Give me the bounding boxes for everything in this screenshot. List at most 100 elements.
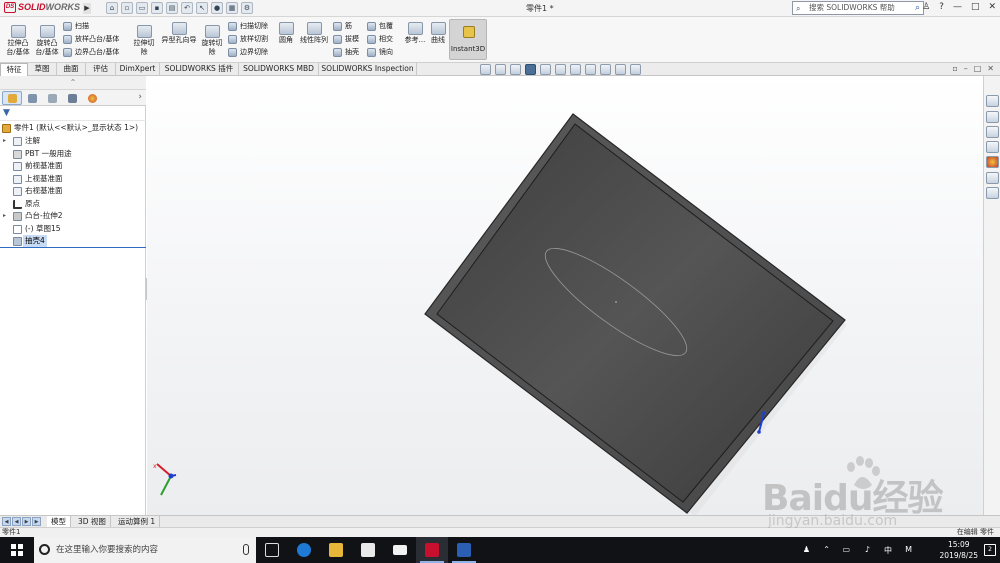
tab-evaluate[interactable]: 评估 [86, 63, 116, 76]
tree-item-top-plane[interactable]: 上视基准面 [0, 173, 146, 186]
store-button[interactable] [352, 537, 384, 563]
edge-browser-button[interactable] [288, 537, 320, 563]
rollback-bar[interactable] [0, 247, 146, 248]
system-clock[interactable]: 15:09 2019/8/25 [940, 539, 978, 561]
extrude-boss-button[interactable]: 拉伸凸 台/基体 [4, 25, 32, 57]
network-icon[interactable]: ▭ [842, 545, 850, 554]
notification-center-icon[interactable]: 2 [984, 544, 996, 556]
taskbar-search-box[interactable]: 在这里输入你要搜索的内容 [34, 537, 256, 563]
options-gear-icon[interactable]: ⚙ [241, 2, 253, 14]
wrap-button[interactable]: 包覆 [367, 21, 393, 32]
custom-properties-icon[interactable] [986, 172, 999, 184]
help-search-input[interactable]: ⌕ 搜索 SOLIDWORKS 帮助 ⌕ [792, 1, 924, 15]
boundary-boss-button[interactable]: 边界凸台/基体 [63, 47, 119, 58]
swept-cut-button[interactable]: 扫描切除 [228, 21, 268, 32]
revolve-cut-button[interactable]: 旋转切 除 [199, 25, 225, 57]
tab-feature-manager[interactable] [2, 91, 22, 105]
apply-scene-icon[interactable] [615, 64, 626, 75]
file-explorer-button[interactable] [320, 537, 352, 563]
revolve-boss-button[interactable]: 旋转凸 台/基体 [33, 25, 61, 57]
tree-item-origin[interactable]: 原点 [0, 198, 146, 211]
view-palette-icon[interactable] [986, 141, 999, 153]
view-orientation-icon[interactable] [555, 64, 566, 75]
volume-icon[interactable]: ♪ [865, 545, 870, 554]
tab-dimxpert-manager[interactable] [62, 91, 82, 105]
mirror-button[interactable]: 镜向 [367, 47, 393, 58]
maximize-viewport-icon[interactable]: □ [974, 64, 982, 73]
open-folder-icon[interactable]: ▭ [136, 2, 148, 14]
linear-pattern-button[interactable]: 线性阵列 [299, 22, 329, 45]
ime-mode[interactable]: M [905, 545, 912, 554]
next-tab-arrow-icon[interactable]: ▶ [22, 517, 31, 526]
zoom-to-area-icon[interactable] [495, 64, 506, 75]
hole-wizard-button[interactable]: 异型孔向导 [160, 22, 198, 45]
draft-button[interactable]: 拔模 [333, 34, 359, 45]
design-library-icon[interactable] [986, 111, 999, 123]
intersect-button[interactable]: 相交 [367, 34, 393, 45]
tree-item-boss-extrude[interactable]: ▸ 凸台-拉伸2 [0, 210, 146, 223]
last-tab-arrow-icon[interactable]: ▶ [32, 517, 41, 526]
more-tabs-arrow[interactable]: › [138, 92, 142, 102]
mail-button[interactable] [384, 537, 416, 563]
instant3d-button[interactable]: Instant3D [449, 19, 487, 60]
tab-surfaces[interactable]: 曲面 [57, 63, 86, 76]
maximize-button[interactable]: □ [971, 2, 980, 12]
tree-item-material[interactable]: PBT 一般用途 [0, 148, 146, 161]
start-button[interactable] [0, 537, 34, 563]
tree-item-sketch[interactable]: (-) 草图15 [0, 223, 146, 236]
select-cursor-icon[interactable]: ↖ [196, 2, 208, 14]
reference-geometry-button[interactable]: 参考... [403, 22, 427, 45]
minimize-button[interactable]: — [953, 2, 962, 12]
shell-button[interactable]: 抽壳 [333, 47, 359, 58]
print-icon[interactable]: ▤ [166, 2, 178, 14]
graphics-area[interactable]: x [147, 76, 983, 515]
edit-appearance-icon[interactable] [600, 64, 611, 75]
extrude-cut-button[interactable]: 拉伸切 除 [130, 25, 158, 57]
tab-display-manager[interactable] [82, 91, 102, 105]
user-icon[interactable]: ♙ [922, 2, 930, 12]
zoom-to-fit-icon[interactable] [480, 64, 491, 75]
tree-item-right-plane[interactable]: 右视基准面 [0, 185, 146, 198]
tab-solidworks-addins[interactable]: SOLIDWORKS 插件 [160, 63, 239, 76]
ime-language[interactable]: 中 [884, 545, 892, 556]
loft-boss-button[interactable]: 放样凸台/基体 [63, 34, 119, 45]
tab-solidworks-inspection[interactable]: SOLIDWORKS Inspection [319, 63, 417, 76]
solidworks-resources-icon[interactable] [986, 95, 999, 107]
solidworks-logo[interactable]: DS SOLIDWORKS [4, 2, 82, 15]
word-taskbar-button[interactable] [448, 537, 480, 563]
restore-viewport-icon[interactable]: ▫ [952, 64, 957, 73]
tab-features[interactable]: 特征 [0, 63, 28, 76]
minimize-viewport-icon[interactable]: – [964, 64, 968, 73]
people-icon[interactable]: ♟ [803, 545, 810, 554]
traffic-light-icon[interactable]: ● [211, 2, 223, 14]
lofted-cut-button[interactable]: 放样切割 [228, 34, 268, 45]
tree-item-shell[interactable]: 抽壳4 [0, 235, 146, 248]
display-style-icon[interactable] [570, 64, 581, 75]
close-button[interactable]: ✕ [988, 2, 996, 12]
tree-item-annotations[interactable]: ▸ 注解 [0, 135, 146, 148]
file-explorer-icon[interactable] [986, 126, 999, 138]
menu-expand-arrow-icon[interactable]: ▶ [83, 3, 91, 14]
shelled-plate-model[interactable]: x [147, 76, 983, 515]
home-icon[interactable]: ⌂ [106, 2, 118, 14]
previous-view-icon[interactable] [510, 64, 521, 75]
save-icon[interactable]: ▪ [151, 2, 163, 14]
first-tab-arrow-icon[interactable]: ◀ [2, 517, 11, 526]
file-properties-icon[interactable]: ▦ [226, 2, 238, 14]
tab-sketch[interactable]: 草图 [28, 63, 57, 76]
panel-collapse-handle[interactable]: ⌃ [0, 76, 146, 90]
sweep-button[interactable]: 扫描 [63, 21, 89, 32]
rib-button[interactable]: 筋 [333, 21, 352, 32]
appearances-icon[interactable] [986, 156, 999, 168]
tab-property-manager[interactable] [22, 91, 42, 105]
tab-dimxpert[interactable]: DimXpert [116, 63, 160, 76]
fillet-button[interactable]: 圆角 [277, 22, 295, 45]
microphone-icon[interactable] [243, 544, 249, 555]
expand-arrow-icon[interactable]: ▸ [3, 135, 6, 148]
filter-icon[interactable]: ▼ [3, 108, 13, 118]
tree-item-front-plane[interactable]: 前视基准面 [0, 160, 146, 173]
boundary-cut-button[interactable]: 边界切除 [228, 47, 268, 58]
hide-show-items-icon[interactable] [585, 64, 596, 75]
previous-tab-arrow-icon[interactable]: ◀ [12, 517, 21, 526]
task-view-button[interactable] [256, 537, 288, 563]
